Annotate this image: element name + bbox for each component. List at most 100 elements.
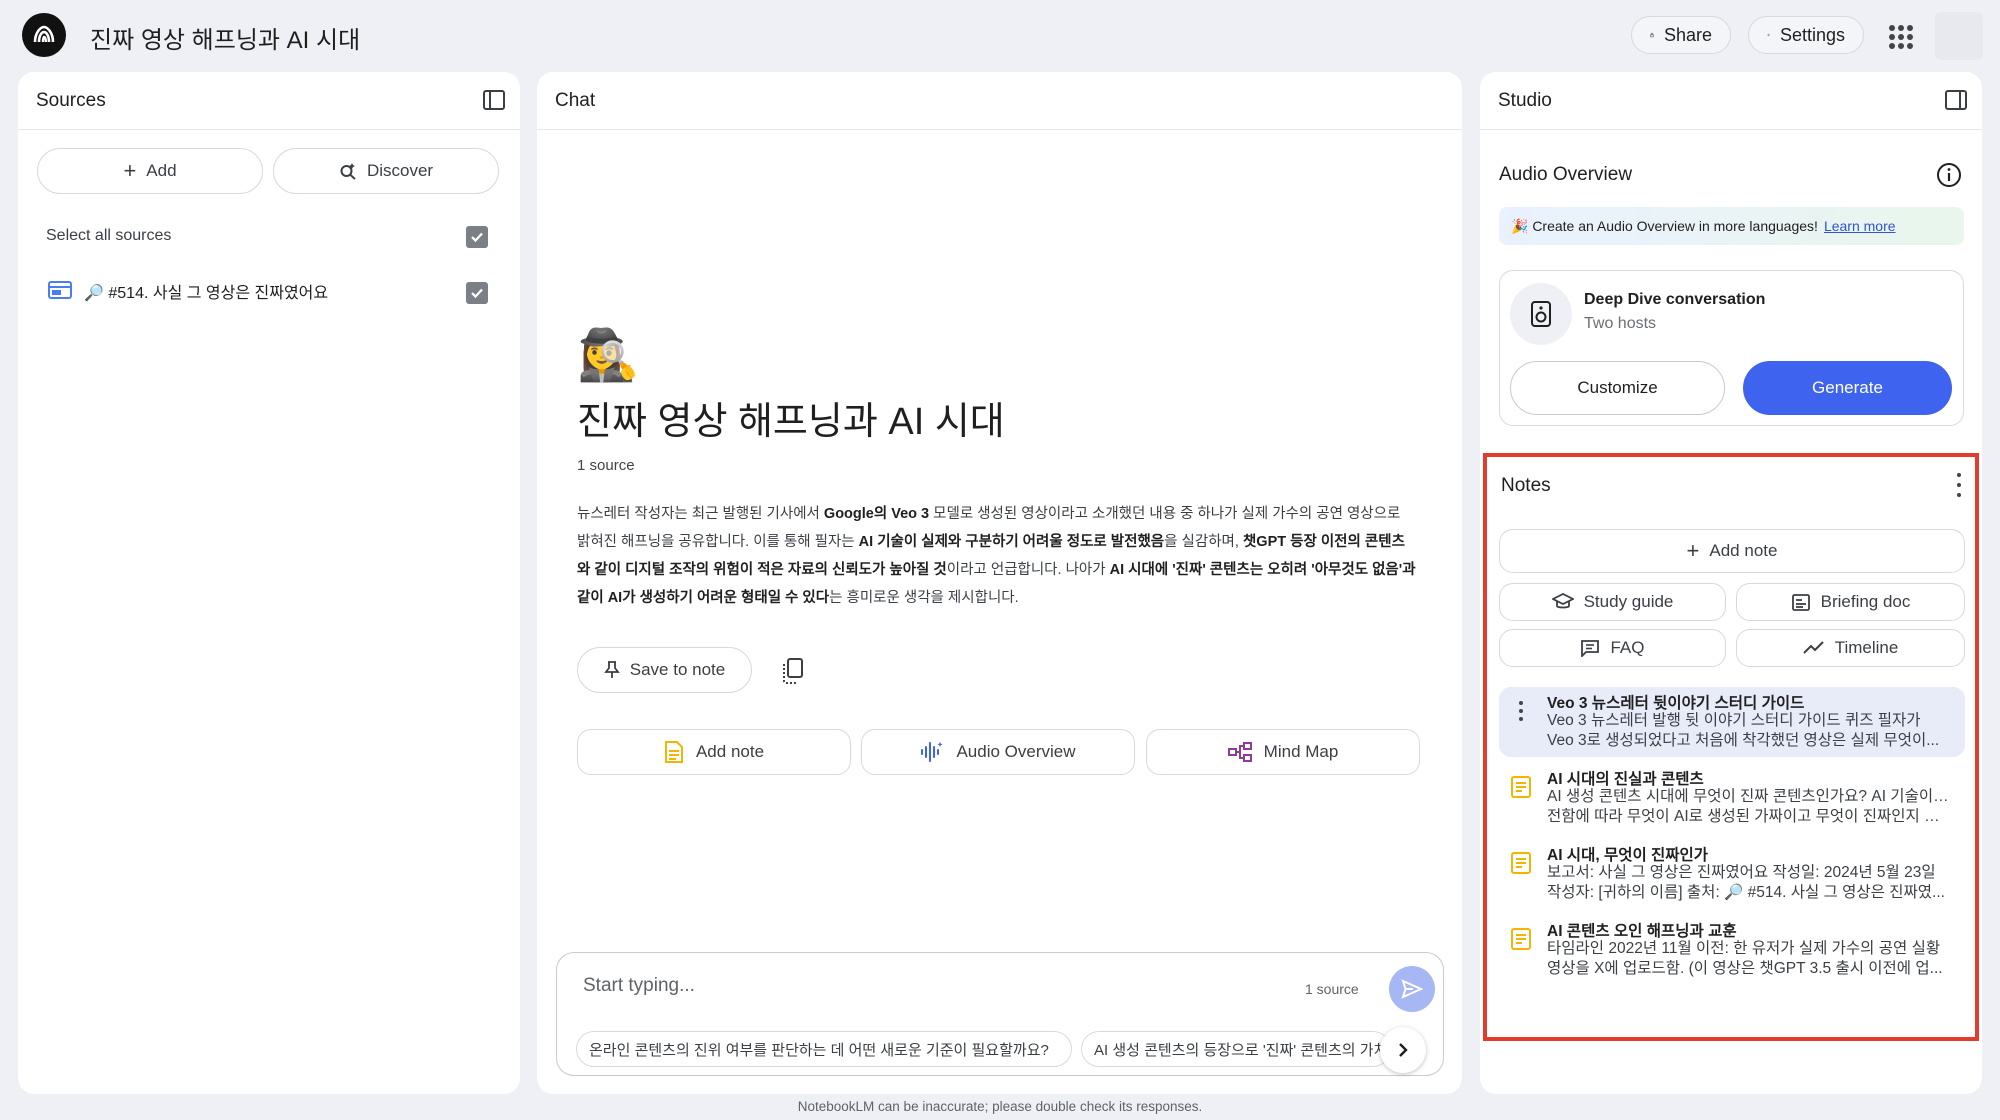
notes-title: Notes <box>1501 475 1551 496</box>
audio-overview-title: Audio Overview <box>1499 164 1633 185</box>
discover-sources-button[interactable]: Discover <box>273 148 499 194</box>
studio-panel: Studio Audio Overview 🎉 Create an Audio … <box>1480 72 1982 1094</box>
web-source-icon <box>48 281 72 299</box>
pin-icon <box>603 661 620 678</box>
source-item-checkbox[interactable] <box>466 282 488 304</box>
customize-button[interactable]: Customize <box>1510 361 1725 415</box>
summary-text: 을 실감하며, <box>1164 534 1243 550</box>
note-preview-line: 타임라인 2022년 11월 이전: 한 유저가 실제 가수의 공연 실황 <box>1547 940 1941 957</box>
study-guide-button[interactable]: Study guide <box>1499 583 1726 621</box>
add-note-action-button[interactable]: Add note <box>577 729 851 775</box>
share-label: Share <box>1663 24 1712 45</box>
plus-icon: + <box>123 158 137 183</box>
top-bar: 진짜 영상 해프닝과 AI 시대 Share Settings <box>0 0 2000 72</box>
note-title: Veo 3 뉴스레터 뒷이야기 스터디 가이드 <box>1547 695 1805 712</box>
suggested-question[interactable]: 온라인 콘텐츠의 진위 여부를 판단하는 데 어떤 새로운 기준이 필요할까요? <box>576 1031 1072 1067</box>
search-sparkle-icon <box>340 163 356 180</box>
save-to-note-button[interactable]: Save to note <box>577 647 752 693</box>
notebook-heading: 진짜 영상 해프닝과 AI 시대 <box>577 401 1005 443</box>
graduation-cap-icon <box>1551 593 1574 609</box>
copy-icon[interactable] <box>780 657 806 685</box>
save-to-note-label: Save to note <box>629 660 726 679</box>
note-preview-line: 영상을 X에 업로드함. (이 영상은 챗GPT 3.5 출시 이전에 업... <box>1547 960 1943 977</box>
briefing-doc-icon <box>1791 594 1810 611</box>
languages-banner: 🎉 Create an Audio Overview in more langu… <box>1499 207 1964 245</box>
trend-line-icon <box>1802 641 1824 654</box>
note-preview-line: Veo 3 뉴스레터 발행 뒷 이야기 스터디 가이드 퀴즈 필자가 <box>1547 712 1921 729</box>
notebook-emoji: 🕵️‍♀️ <box>577 327 640 383</box>
faq-icon <box>1581 640 1600 657</box>
chat-input-box: Start typing... 1 source 온라인 콘텐츠의 진위 여부를… <box>556 952 1444 1076</box>
notebooklm-logo-icon[interactable] <box>22 13 66 57</box>
notebook-title[interactable]: 진짜 영상 해프닝과 AI 시대 <box>90 20 360 55</box>
more-vert-icon[interactable] <box>1509 701 1533 721</box>
faq-button[interactable]: FAQ <box>1499 629 1726 667</box>
summary-highlight: AI 기술이 실제와 구분하기 어려울 정도로 발전했음 <box>858 534 1165 550</box>
note-preview-line: AI 생성 콘텐츠 시대에 무엇이 진짜 콘텐츠인가요? AI 기술이 발 <box>1547 788 1951 805</box>
note-title: AI 콘텐츠 오인 해프닝과 교훈 <box>1547 923 1737 940</box>
add-note-label: Add note <box>1709 541 1778 560</box>
share-button[interactable]: Share <box>1631 16 1731 54</box>
collapse-panel-icon[interactable] <box>1944 88 1968 112</box>
summary-text: 이라고 언급합니다. 나아가 <box>946 562 1110 578</box>
audio-overview-action-label: Audio Overview <box>956 742 1076 761</box>
add-note-button[interactable]: + Add note <box>1499 529 1965 573</box>
next-suggestions-button[interactable] <box>1380 1027 1426 1073</box>
info-icon[interactable] <box>1936 162 1962 188</box>
note-item[interactable]: AI 콘텐츠 오인 해프닝과 교훈 타임라인 2022년 11월 이전: 한 유… <box>1499 915 1965 985</box>
note-icon <box>1511 852 1531 874</box>
add-source-button[interactable]: + Add <box>37 148 263 194</box>
note-preview: 타임라인 2022년 11월 이전: 한 유저가 실제 가수의 공연 실황 영상… <box>1547 939 1951 979</box>
sources-header: Sources <box>18 72 520 130</box>
summary-text: 는 흥미로운 생각을 제시합니다. <box>829 590 1019 606</box>
avatar[interactable] <box>1935 12 1983 60</box>
collapse-panel-icon[interactable] <box>482 88 506 112</box>
note-item[interactable]: AI 시대의 진실과 콘텐츠 AI 생성 콘텐츠 시대에 무엇이 진짜 콘텐츠인… <box>1499 763 1965 833</box>
learn-more-link[interactable]: Learn more <box>1824 218 1896 234</box>
add-note-action-label: Add note <box>695 742 765 761</box>
note-preview-line: Veo 3로 생성되었다고 처음에 착각했던 영상은 실제 무엇이... <box>1547 732 1940 749</box>
settings-button[interactable]: Settings <box>1748 16 1864 54</box>
disclaimer-text: NotebookLM can be inaccurate; please dou… <box>797 1099 1203 1114</box>
briefing-doc-button[interactable]: Briefing doc <box>1736 583 1965 621</box>
timeline-button[interactable]: Timeline <box>1736 629 1965 667</box>
chat-panel: Chat 🕵️‍♀️ 진짜 영상 해프닝과 AI 시대 1 source 뉴스레… <box>537 72 1462 1094</box>
sources-panel: Sources + Add Discover Select all source… <box>18 72 520 1094</box>
select-all-checkbox[interactable] <box>466 226 488 248</box>
notebook-summary: 뉴스레터 작성자는 최근 발행된 기사에서 Google의 Veo 3 모델로 … <box>577 500 1417 612</box>
input-source-count: 1 source <box>1305 981 1359 997</box>
sources-title: Sources <box>36 89 106 111</box>
select-all-label: Select all sources <box>46 227 172 244</box>
mind-map-icon <box>1227 742 1252 762</box>
more-vert-icon[interactable] <box>1955 473 1963 497</box>
summary-text: 뉴스레터 작성자는 최근 발행된 기사에서 <box>577 506 824 522</box>
suggested-question[interactable]: AI 생성 콘텐츠의 등장으로 '진짜' 콘텐츠의 가치 <box>1081 1031 1391 1067</box>
mind-map-action-label: Mind Map <box>1263 742 1339 761</box>
send-button[interactable] <box>1389 966 1435 1012</box>
chat-title-header: Chat <box>555 89 596 111</box>
chat-header: Chat <box>537 72 1462 130</box>
note-preview: AI 생성 콘텐츠 시대에 무엇이 진짜 콘텐츠인가요? AI 기술이 발 전함… <box>1547 787 1951 827</box>
source-item-title[interactable]: 🔎 #514. 사실 그 영상은 진짜였어요 <box>84 279 328 303</box>
audio-overview-action-button[interactable]: Audio Overview <box>861 729 1135 775</box>
note-icon <box>1511 928 1531 950</box>
notes-section: Notes + Add note Study guide Briefing do… <box>1483 453 1979 1041</box>
note-title: AI 시대의 진실과 콘텐츠 <box>1547 771 1704 788</box>
deep-dive-title: Deep Dive conversation <box>1584 291 1766 308</box>
note-item[interactable]: Veo 3 뉴스레터 뒷이야기 스터디 가이드 Veo 3 뉴스레터 발행 뒷 … <box>1499 687 1965 757</box>
note-item[interactable]: AI 시대, 무엇이 진짜인가 보고서: 사실 그 영상은 진짜였어요 작성일:… <box>1499 839 1965 909</box>
chevron-right-icon <box>1399 1043 1408 1057</box>
check-icon <box>471 232 483 243</box>
chat-input-field[interactable]: Start typing... <box>583 975 695 997</box>
note-icon <box>1511 776 1531 798</box>
apps-grid-icon[interactable] <box>1886 22 1914 50</box>
note-icon <box>664 741 683 763</box>
generate-button[interactable]: Generate <box>1743 361 1952 415</box>
check-icon <box>471 288 483 299</box>
note-preview: 보고서: 사실 그 영상은 진짜였어요 작성일: 2024년 5월 23일 작성… <box>1547 863 1951 903</box>
note-preview-line: 전함에 따라 무엇이 AI로 생성된 가짜이고 무엇이 진짜인지 구... <box>1547 808 1951 825</box>
discover-label: Discover <box>366 161 434 180</box>
note-preview-line: 작성자: [귀하의 이름] 출처: 🔎 #514. 사실 그 영상은 진짜였..… <box>1547 884 1945 901</box>
deep-dive-subtitle: Two hosts <box>1584 315 1657 332</box>
mind-map-action-button[interactable]: Mind Map <box>1146 729 1420 775</box>
